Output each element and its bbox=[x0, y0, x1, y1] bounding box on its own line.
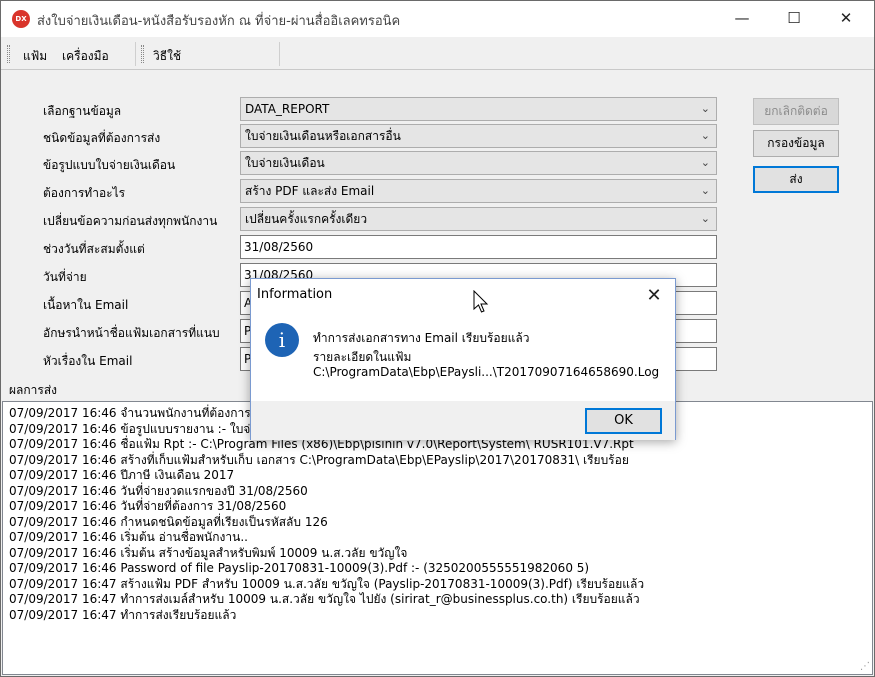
action-label: ต้องการทำอะไร bbox=[43, 186, 126, 200]
dialog-close-button[interactable]: ✕ bbox=[641, 283, 667, 309]
change-msg-select-value: เปลี่ยนครั้งแรกครั้งเดียว bbox=[245, 212, 368, 226]
db-select[interactable]: DATA_REPORT ⌄ bbox=[240, 97, 717, 121]
title-bar: DX ส่งใบจ่ายเงินเดือน-หนังสือรับรองหัก ณ… bbox=[1, 1, 874, 37]
period-label: ช่วงวันที่สะสมตั้งแต่ bbox=[43, 242, 145, 256]
format-select[interactable]: ใบจ่ายเงินเดือน ⌄ bbox=[240, 151, 717, 175]
log-label: ผลการส่ง bbox=[9, 383, 58, 397]
log-line: 07/09/2017 16:46 วันที่จ่ายงวดแรกของปี 3… bbox=[9, 483, 308, 498]
dialog-footer: OK bbox=[251, 401, 675, 440]
log-line: 07/09/2017 16:46 สร้างที่เก็บแฟ้มสำหรับเ… bbox=[9, 452, 629, 467]
log-line: 07/09/2017 16:47 สร้างแฟ้ม PDF สำหรับ 10… bbox=[9, 576, 645, 591]
menu-grip bbox=[141, 45, 144, 63]
log-line: 07/09/2017 16:46 เริ่มต้น อ่านชื่อพนักงา… bbox=[9, 530, 248, 544]
menu-bar: แฟ้ม เครื่องมือ วิธีใช้ bbox=[1, 38, 874, 70]
chevron-down-icon: ⌄ bbox=[700, 156, 710, 169]
change-msg-select[interactable]: เปลี่ยนครั้งแรกครั้งเดียว ⌄ bbox=[240, 207, 717, 231]
period-field[interactable]: 31/08/2560 bbox=[240, 235, 717, 259]
doctype-label: ชนิดข้อมูลที่ต้องการส่ง bbox=[43, 131, 161, 145]
subject-label: หัวเรื่องใน Email bbox=[43, 354, 133, 368]
log-list[interactable]: 07/09/2017 16:46 จำนวนพนักงานที่ต้องการ … bbox=[2, 401, 873, 675]
window-title: ส่งใบจ่ายเงินเดือน-หนังสือรับรองหัก ณ ที… bbox=[37, 14, 401, 29]
cancel-resume-button[interactable]: ยกเลิกติดต่อ bbox=[753, 98, 839, 125]
db-label: เลือกฐานข้อมูล bbox=[43, 104, 122, 118]
log-line: 07/09/2017 16:46 Password of file Paysli… bbox=[9, 561, 590, 575]
db-select-value: DATA_REPORT bbox=[245, 102, 330, 116]
app-icon: DX bbox=[12, 10, 30, 28]
chevron-down-icon: ⌄ bbox=[700, 212, 710, 225]
main-window: DX ส่งใบจ่ายเงินเดือน-หนังสือรับรองหัก ณ… bbox=[0, 0, 875, 677]
menu-tools[interactable]: เครื่องมือ bbox=[62, 47, 109, 66]
dialog-message-line1: ทำการส่งเอกสารทาง Email เรียบร้อยแล้ว bbox=[313, 331, 530, 345]
log-line: 07/09/2017 16:46 ปีภาษี เงินเดือน 2017 bbox=[9, 468, 235, 482]
log-line: 07/09/2017 16:47 ทำการส่งเรียบร้อยแล้ว bbox=[9, 607, 237, 622]
dialog-title: Information bbox=[257, 287, 333, 302]
log-line: 07/09/2017 16:46 เริ่มต้น สร้างข้อมูลสำห… bbox=[9, 545, 408, 560]
action-select[interactable]: สร้าง PDF และส่ง Email ⌄ bbox=[240, 179, 717, 203]
dialog-message-line3: C:\ProgramData\Ebp\EPaysli...\T201709071… bbox=[313, 365, 660, 379]
menu-help[interactable]: วิธีใช้ bbox=[153, 47, 181, 66]
doctype-select-value: ใบจ่ายเงินเดือนหรือเอกสารอื่น bbox=[245, 129, 401, 143]
format-label: ข้อรูปแบบใบจ่ายเงินเดือน bbox=[43, 158, 176, 172]
email-body-label: เนื้อหาใน Email bbox=[43, 298, 129, 312]
log-line: 07/09/2017 16:46 วันที่จ่ายที่ต้องการ 31… bbox=[9, 499, 287, 513]
doctype-select[interactable]: ใบจ่ายเงินเดือนหรือเอกสารอื่น ⌄ bbox=[240, 124, 717, 148]
filter-button[interactable]: กรองข้อมูล bbox=[753, 130, 839, 157]
ok-button[interactable]: OK bbox=[585, 408, 662, 434]
format-select-value: ใบจ่ายเงินเดือน bbox=[245, 156, 325, 170]
menu-grip bbox=[7, 45, 10, 63]
menu-separator bbox=[135, 42, 136, 66]
menu-separator bbox=[279, 42, 280, 66]
log-line: 07/09/2017 16:46 กำหนดชนิดข้อมูลที่เรียง… bbox=[9, 514, 328, 529]
menu-file[interactable]: แฟ้ม bbox=[23, 47, 47, 66]
close-button[interactable]: ✕ bbox=[823, 1, 869, 35]
resize-grip-icon[interactable]: ⋰ bbox=[860, 661, 870, 672]
mouse-cursor-icon bbox=[473, 290, 489, 313]
paydate-label: วันที่จ่าย bbox=[43, 270, 87, 284]
log-line: 07/09/2017 16:47 ทำการส่งเมล์สำหรับ 1000… bbox=[9, 592, 640, 606]
chevron-down-icon: ⌄ bbox=[700, 129, 710, 142]
minimize-button[interactable]: — bbox=[719, 1, 765, 35]
maximize-button[interactable]: ☐ bbox=[771, 1, 817, 35]
information-dialog: Information ✕ i ทำการส่งเอกสารทาง Email … bbox=[250, 278, 676, 440]
prefix-label: อักษรนำหน้าชื่อแฟ้มเอกสารที่แนบ bbox=[43, 326, 220, 340]
chevron-down-icon: ⌄ bbox=[700, 184, 710, 197]
change-msg-label: เปลี่ยนข้อความก่อนส่งทุกพนักงาน bbox=[43, 214, 218, 228]
chevron-down-icon: ⌄ bbox=[700, 102, 710, 115]
info-icon: i bbox=[265, 323, 299, 357]
send-button[interactable]: ส่ง bbox=[753, 166, 839, 193]
action-select-value: สร้าง PDF และส่ง Email bbox=[245, 184, 375, 198]
